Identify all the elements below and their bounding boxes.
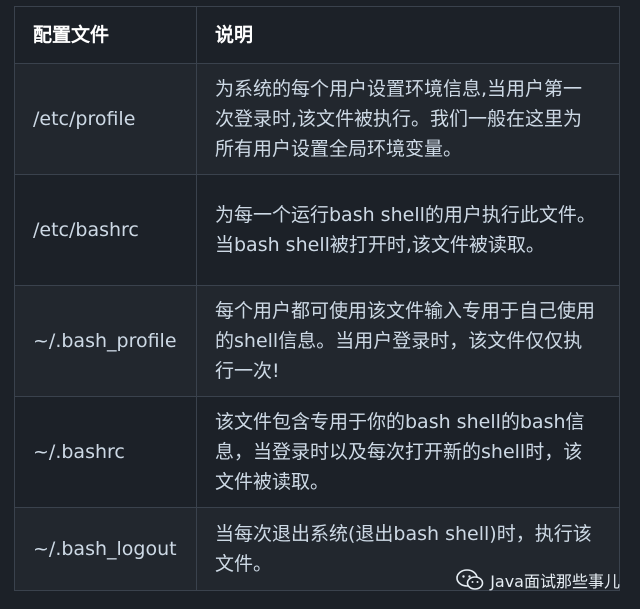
table-row: /etc/bashrc 为每一个运行bash shell的用户执行此文件。当ba… (14, 174, 620, 286)
table-row: /etc/profile 为系统的每个用户设置环境信息,当用户第一次登录时,该文… (14, 63, 620, 175)
table-row: ~/.bash_profile 每个用户都可使用该文件输入专用于自己使用的she… (14, 285, 620, 397)
row-description: 每个用户都可使用该文件输入专用于自己使用的shell信息。当用户登录时，该文件仅… (196, 285, 620, 397)
row-file: ~/.bash_profile (14, 285, 197, 397)
watermark: Java面试那些事儿 (456, 568, 620, 592)
wechat-icon (456, 569, 484, 590)
header-description: 说明 (196, 6, 620, 64)
row-file: /etc/profile (14, 63, 197, 175)
table-row: ~/.bashrc 该文件包含专用于你的bash shell的bash信息，当登… (14, 396, 620, 508)
row-file: ~/.bashrc (14, 396, 197, 508)
row-description: 为每一个运行bash shell的用户执行此文件。当bash shell被打开时… (196, 174, 620, 286)
row-file: /etc/bashrc (14, 174, 197, 286)
watermark-text: Java面试那些事儿 (490, 572, 620, 591)
config-files-table: 配置文件 说明 /etc/profile 为系统的每个用户设置环境信息,当用户第… (14, 6, 620, 591)
row-description: 该文件包含专用于你的bash shell的bash信息，当登录时以及每次打开新的… (196, 396, 620, 508)
header-config-file: 配置文件 (14, 6, 197, 64)
row-description: 为系统的每个用户设置环境信息,当用户第一次登录时,该文件被执行。我们一般在这里为… (196, 63, 620, 175)
row-file: ~/.bash_logout (14, 507, 197, 591)
table-header-row: 配置文件 说明 (14, 6, 620, 64)
